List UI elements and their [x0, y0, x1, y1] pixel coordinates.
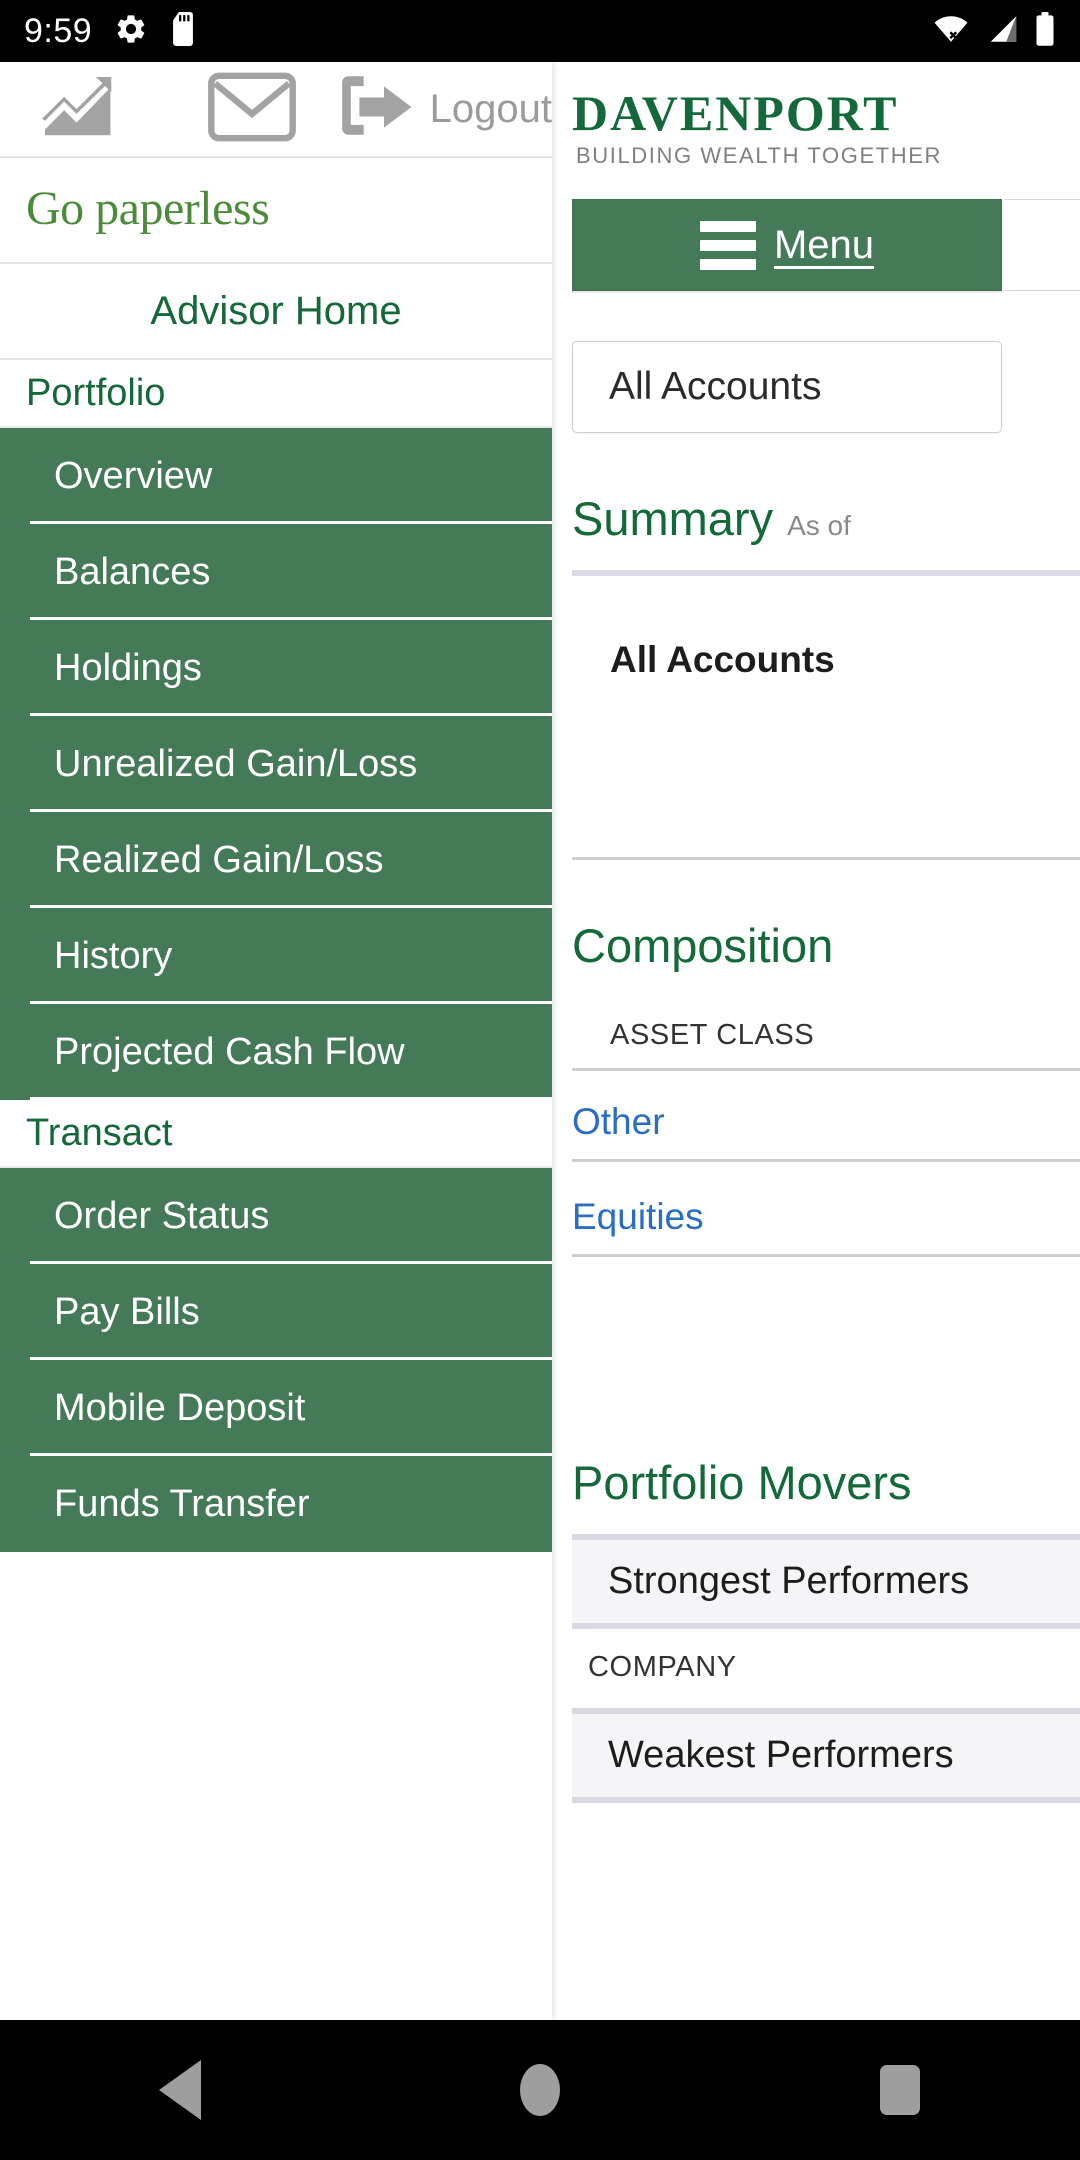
sidebar-item-mobile-deposit[interactable]: Mobile Deposit — [0, 1360, 552, 1456]
sidebar-item-label: Unrealized Gain/Loss — [54, 742, 418, 785]
weakest-performers-banner[interactable]: Weakest Performers — [572, 1708, 1080, 1804]
asset-class-column-header: ASSET CLASS — [610, 1019, 815, 1052]
navigation-drawer: Logout Go paperless Advisor Home Portfol… — [0, 62, 552, 2020]
cell-signal-icon — [984, 12, 1020, 51]
nav-home-button[interactable] — [465, 2020, 615, 2160]
sidebar-item-balances[interactable]: Balances — [0, 524, 552, 620]
logout-label: Logout — [429, 86, 552, 131]
hamburger-icon — [699, 220, 756, 270]
account-select-value: All Accounts — [609, 365, 822, 408]
menu-button-label: Menu — [773, 222, 875, 267]
status-bar-clock: 9:59 — [24, 11, 93, 50]
battery-icon — [1034, 11, 1056, 51]
sidebar-item-label: Overview — [54, 454, 213, 497]
movers-heading: Portfolio Movers — [572, 1455, 1080, 1510]
gear-icon — [114, 12, 148, 51]
composition-row-other[interactable]: Other — [572, 1101, 1080, 1143]
strongest-performers-label: Strongest Performers — [608, 1560, 970, 1603]
company-column-header: COMPANY — [588, 1651, 737, 1684]
summary-title: Summary — [572, 492, 774, 545]
composition-row-divider-1 — [572, 1159, 1080, 1163]
messages-button[interactable] — [168, 62, 336, 156]
advisor-home-label: Advisor Home — [150, 288, 402, 333]
nav-back-button[interactable] — [105, 2020, 255, 2160]
composition-title: Composition — [572, 919, 834, 973]
logout-button[interactable]: Logout — [336, 62, 552, 156]
android-navigation-bar — [0, 2020, 1080, 2160]
wifi-off-icon — [932, 12, 970, 51]
trending-chart-icon — [40, 71, 128, 148]
status-bar-left-icons — [114, 11, 196, 51]
sidebar-item-label: Realized Gain/Loss — [54, 838, 384, 881]
market-chart-button[interactable] — [0, 62, 168, 156]
summary-heading: Summary As of — [572, 491, 1080, 546]
drawer-toolbar: Logout — [0, 62, 552, 156]
composition-heading: Composition — [572, 918, 1080, 973]
sidebar-item-label: History — [54, 934, 173, 977]
status-bar-right-icons — [932, 11, 1056, 51]
back-triangle-icon — [159, 2060, 201, 2120]
go-paperless-label: Go paperless — [26, 181, 270, 235]
phone-screen: 9:59 DAVENPORT BUILDING WEALTH TOGETHER … — [0, 0, 1080, 2160]
menu-button[interactable]: Menu — [572, 199, 1002, 291]
group-header-portfolio: Portfolio — [0, 360, 552, 428]
brand-logo: DAVENPORT BUILDING WEALTH TOGETHER — [552, 62, 1080, 173]
brand-tagline: BUILDING WEALTH TOGETHER — [576, 143, 943, 168]
sidebar-item-history[interactable]: History — [0, 908, 552, 1004]
sidebar-item-overview[interactable]: Overview — [0, 428, 552, 524]
group-header-portfolio-label: Portfolio — [26, 371, 166, 414]
envelope-icon — [207, 72, 297, 147]
logout-arrow-icon — [336, 73, 416, 146]
summary-bottom-divider — [572, 857, 1080, 861]
brand-name: DAVENPORT — [572, 85, 899, 141]
sd-card-icon — [170, 11, 196, 51]
nav-recents-button[interactable] — [825, 2020, 975, 2160]
go-paperless-link[interactable]: Go paperless — [0, 158, 552, 258]
sidebar-item-order-status[interactable]: Order Status — [0, 1168, 552, 1264]
account-select[interactable]: All Accounts — [572, 341, 1002, 433]
summary-subtitle: As of — [787, 510, 851, 541]
movers-title: Portfolio Movers — [572, 1456, 912, 1510]
menu-bar-tail — [1004, 199, 1080, 291]
sidebar-item-label: Order Status — [54, 1194, 270, 1237]
sidebar-item-pay-bills[interactable]: Pay Bills — [0, 1264, 552, 1360]
sidebar-item-holdings[interactable]: Holdings — [0, 620, 552, 716]
sidebar-item-label: Mobile Deposit — [54, 1386, 306, 1429]
home-circle-icon — [520, 2064, 560, 2116]
sidebar-item-funds-transfer[interactable]: Funds Transfer — [0, 1456, 552, 1552]
summary-divider — [572, 570, 1080, 576]
group-header-transact-label: Transact — [26, 1111, 173, 1154]
sidebar-item-label: Funds Transfer — [54, 1482, 310, 1525]
sidebar-item-label: Holdings — [54, 646, 202, 689]
menu-row: Menu — [552, 199, 1080, 295]
strongest-performers-banner[interactable]: Strongest Performers — [572, 1534, 1080, 1630]
status-bar: 9:59 — [0, 0, 1080, 62]
composition-row-equities[interactable]: Equities — [572, 1196, 1080, 1238]
sidebar-item-label: Projected Cash Flow — [54, 1030, 405, 1073]
recents-square-icon — [880, 2065, 920, 2115]
sidebar-item-projected-cash-flow[interactable]: Projected Cash Flow — [0, 1004, 552, 1100]
sidebar-item-realized-gain-loss[interactable]: Realized Gain/Loss — [0, 812, 552, 908]
sidebar-item-label: Pay Bills — [54, 1290, 200, 1333]
sidebar-item-label: Balances — [54, 550, 211, 593]
sidebar-item-unrealized-gain-loss[interactable]: Unrealized Gain/Loss — [0, 716, 552, 812]
composition-header-divider — [572, 1068, 1080, 1072]
group-header-transact: Transact — [0, 1100, 552, 1168]
weakest-performers-label: Weakest Performers — [608, 1734, 954, 1777]
advisor-home-button[interactable]: Advisor Home — [0, 262, 552, 360]
summary-account-label: All Accounts — [610, 639, 835, 680]
